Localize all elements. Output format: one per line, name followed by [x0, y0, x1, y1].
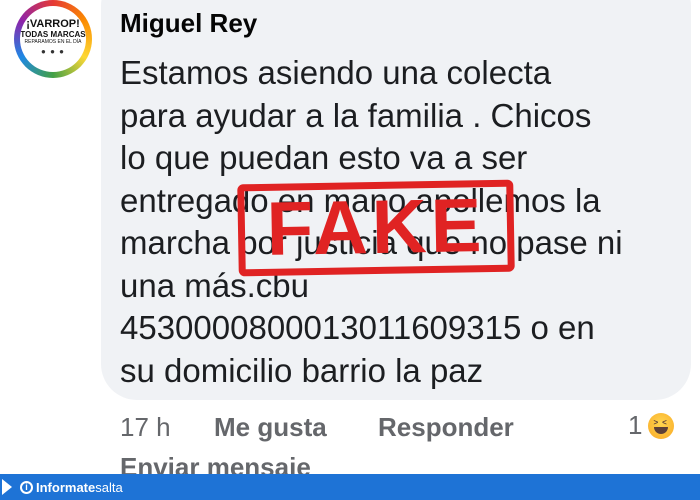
- reply-button[interactable]: Responder: [378, 412, 514, 443]
- avatar-text-brand: ¡VARROP!: [26, 17, 80, 30]
- brand-name-light: salta: [95, 479, 123, 495]
- profile-avatar[interactable]: ¡VARROP! TODAS MARCAS REPARAMOS EN EL DÍ…: [14, 0, 92, 78]
- brand-name: Informatesalta: [36, 480, 123, 495]
- play-arrow-icon: [2, 479, 12, 495]
- brand-footer-bar: i Informatesalta: [0, 474, 700, 500]
- like-button[interactable]: Me gusta: [214, 412, 327, 443]
- reaction-count: 1: [628, 410, 643, 440]
- avatar-text-repair: REPARAMOS EN EL DÍA: [24, 38, 82, 45]
- info-logo-icon: i: [20, 480, 33, 494]
- fake-stamp-text: FAKE: [265, 183, 487, 272]
- comment-author[interactable]: Miguel Rey: [120, 8, 257, 39]
- avatar-dots: ● ● ●: [41, 46, 65, 56]
- laughing-emoji-icon: ><: [648, 412, 675, 439]
- avatar-logo: ¡VARROP! TODAS MARCAS REPARAMOS EN EL DÍ…: [20, 6, 86, 72]
- comment-timestamp[interactable]: 17 h: [120, 412, 171, 443]
- reaction-summary[interactable]: 1 ><: [628, 410, 675, 441]
- brand-name-bold: Informate: [36, 479, 96, 495]
- fake-stamp: FAKE: [237, 179, 515, 277]
- avatar-text-marcas: TODAS MARCAS: [20, 29, 86, 39]
